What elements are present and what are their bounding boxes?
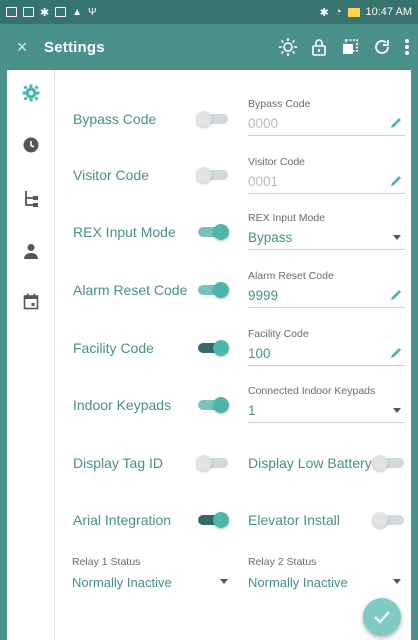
field-caption: Connected Indoor Keypads [248,385,376,397]
field-caption: Alarm Reset Code [248,270,334,282]
nav-rail-item-settings[interactable] [20,82,42,104]
nav-rail-item-hierarchy[interactable] [20,188,42,210]
nav-rail-item-history[interactable] [20,134,42,156]
rex-input-mode-select[interactable]: Bypass [248,226,405,250]
alarm-reset-code-input[interactable]: 9999 [248,284,405,308]
nav-rail-item-users[interactable] [20,240,42,262]
setting-label-elevator-install: Elevator Install [248,512,340,528]
alarm-reset-code-toggle[interactable] [198,282,229,298]
visitor-code-field[interactable]: Visitor Code 0001 [248,156,405,194]
field-caption: Bypass Code [248,98,311,110]
relay-1-status-select[interactable]: Normally Inactive [72,570,232,594]
bluetooth-icon: ✱ [40,6,50,19]
status-bar: ✱ ▲ Ψ ✱ ◔ 10:47 AM [0,0,418,24]
edit-icon[interactable] [389,346,403,360]
field-caption: Relay 2 Status [248,556,317,568]
bluetooth-icon: ✱ [319,6,329,19]
dropdown-arrow-icon[interactable] [220,579,228,584]
close-button[interactable]: × [0,37,44,58]
dropdown-arrow-icon[interactable] [393,579,401,584]
settings-content: Bypass Code Bypass Code 0000 Visitor Cod… [56,70,411,640]
field-caption: Visitor Code [248,156,306,168]
notification-icon [6,7,17,17]
field-caption: REX Input Mode [248,212,326,224]
checkmark-icon[interactable] [373,610,391,624]
brightness-icon[interactable] [278,37,298,57]
close-icon[interactable]: × [17,37,28,57]
edit-icon[interactable] [389,288,403,302]
facility-code-field[interactable]: Facility Code 100 [248,328,405,366]
elevator-install-toggle[interactable] [372,512,404,528]
dropdown-arrow-icon[interactable] [393,235,401,240]
indoor-keypads-toggle[interactable] [198,397,229,413]
visitor-code-toggle[interactable] [196,167,228,183]
connected-indoor-keypads-select[interactable]: 1 [248,399,405,423]
left-frame-border [0,70,7,640]
person-icon[interactable] [23,243,39,259]
right-frame-border [411,70,418,640]
notification-icon [23,7,34,17]
rex-input-mode-field[interactable]: REX Input Mode Bypass [248,212,405,250]
bypass-code-field[interactable]: Bypass Code 0000 [248,98,405,136]
bypass-code-input[interactable]: 0000 [248,112,405,136]
usb-icon: Ψ [88,6,97,18]
app-screen: ✱ ▲ Ψ ✱ ◔ 10:47 AM × Settings Bypass Cod… [0,0,418,640]
more-options-icon[interactable] [404,37,410,57]
relay-2-status-field[interactable]: Relay 2 Status Normally Inactive [248,556,405,594]
nav-rail [7,70,55,640]
copy-icon[interactable] [340,37,360,57]
calendar-icon[interactable] [23,293,39,310]
edit-icon[interactable] [389,174,403,188]
app-bar-actions [278,37,418,57]
connected-indoor-keypads-field[interactable]: Connected Indoor Keypads 1 [248,385,405,423]
page-title: Settings [44,38,105,56]
app-bar: × Settings [0,24,418,70]
relay-2-status-select[interactable]: Normally Inactive [248,570,405,594]
battery-icon [347,7,360,17]
display-low-battery-toggle[interactable] [372,455,404,471]
image-icon [55,7,67,17]
status-left-icons: ✱ ▲ Ψ [6,6,96,19]
field-caption: Relay 1 Status [72,556,141,568]
rex-input-mode-toggle[interactable] [198,224,229,240]
tree-icon[interactable] [23,190,39,208]
field-caption: Facility Code [248,328,309,340]
lock-icon[interactable] [310,37,328,57]
dropdown-arrow-icon[interactable] [393,408,401,413]
display-tag-id-toggle[interactable] [196,455,228,471]
status-right-icons: ✱ ◔ 10:47 AM [320,6,412,19]
bypass-code-toggle[interactable] [196,111,228,127]
save-button[interactable] [363,598,401,636]
wifi-icon: ◔ [334,6,342,18]
arial-integration-toggle[interactable] [198,512,229,528]
nav-rail-item-schedule[interactable] [20,290,42,312]
setting-label-display-low-battery: Display Low Battery [248,455,372,471]
visitor-code-input[interactable]: 0001 [248,170,405,194]
facility-code-input[interactable]: 100 [248,342,405,366]
facility-code-toggle[interactable] [198,340,229,356]
clock-icon[interactable] [23,137,39,153]
warning-icon: ▲ [72,6,83,18]
refresh-icon[interactable] [372,37,392,57]
clock-time: 10:47 AM [365,6,412,18]
alarm-reset-code-field[interactable]: Alarm Reset Code 9999 [248,270,405,308]
relay-1-status-field[interactable]: Relay 1 Status Normally Inactive [72,556,232,594]
gear-icon[interactable] [22,84,40,102]
edit-icon[interactable] [389,116,403,130]
